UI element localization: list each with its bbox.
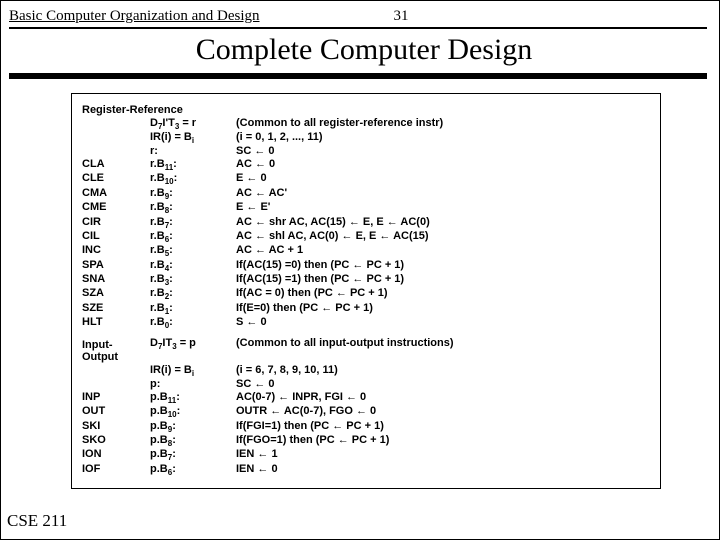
cell: E ← E' [236,201,650,215]
cell: r.B7: [150,216,230,230]
cell: If(AC(15) =0) then (PC ← PC + 1) [236,259,650,273]
rule-bottom [9,73,707,79]
mnemonic: SNA [82,273,144,287]
cell: r.B4: [150,259,230,273]
cell [82,378,144,391]
mnemonic: IOF [82,463,144,477]
mnemonic: OUT [82,405,144,419]
cell: SC ← 0 [236,145,650,158]
cell: p.B9: [150,420,230,434]
cell: p: [150,378,230,391]
cell: If(FGI=1) then (PC ← PC + 1) [236,420,650,434]
cell [82,131,144,145]
title-block: Complete Computer Design [9,27,719,79]
top-line: Basic Computer Organization and Design 3… [9,7,719,25]
mnemonic: INC [82,244,144,258]
cell: IR(i) = Bi [150,131,230,145]
cell: r.B11: [150,158,230,172]
cell: (i = 0, 1, 2, ..., 11) [236,131,650,145]
cell: E ← 0 [236,172,650,186]
mnemonic: CLE [82,172,144,186]
mnemonic: INP [82,391,144,405]
cell: p.B6: [150,463,230,477]
cell: OUTR ← AC(0-7), FGO ← 0 [236,405,650,419]
course-title: Basic Computer Organization and Design [9,8,260,25]
cell: SC ← 0 [236,378,650,391]
cell: p.B11: [150,391,230,405]
cell: r.B2: [150,287,230,301]
cell: p.B7: [150,448,230,462]
cell: If(FGO=1) then (PC ← PC + 1) [236,434,650,448]
cell: AC ← shr AC, AC(15) ← E, E ← AC(0) [236,216,650,230]
section-title-io: Input-Output [82,339,144,364]
mnemonic: CMA [82,187,144,201]
cell: D7I'T3 = r [150,117,230,131]
footer-course-code: CSE 211 [7,511,67,531]
cell: (i = 6, 7, 8, 9, 10, 11) [236,364,650,378]
cell: IEN ← 0 [236,463,650,477]
mnemonic: SZE [82,302,144,316]
cell [82,117,144,131]
cell: IR(i) = Bi [150,364,230,378]
cell: AC ← shl AC, AC(0) ← E, E ← AC(15) [236,230,650,244]
cell: r.B0: [150,316,230,330]
mnemonic: ION [82,448,144,462]
section-title-regref: Register-Reference [82,104,650,117]
cell: (Common to all register-reference instr) [236,117,650,131]
cell: AC ← AC' [236,187,650,201]
mnemonic: SKI [82,420,144,434]
mnemonic: SZA [82,287,144,301]
content-box: Register-Reference D7I'T3 = r (Common to … [71,93,661,489]
cell: AC ← 0 [236,158,650,172]
mnemonic: SKO [82,434,144,448]
cell: (Common to all input-output instructions… [236,337,650,364]
cell: If(E=0) then (PC ← PC + 1) [236,302,650,316]
cell: p.B10: [150,405,230,419]
page-number: 31 [394,8,409,25]
cell: r: [150,145,230,158]
cell: S ← 0 [236,316,650,330]
cell: r.B9: [150,187,230,201]
mnemonic: CLA [82,158,144,172]
mnemonic: HLT [82,316,144,330]
slide: Basic Computer Organization and Design 3… [0,0,720,540]
cell: D7IT3 = p [150,337,230,364]
io-table: Input-OutputD7IT3 = p(Common to all inpu… [82,337,650,478]
cell: AC(0-7) ← INPR, FGI ← 0 [236,391,650,405]
cell: r.B5: [150,244,230,258]
cell: IEN ← 1 [236,448,650,462]
mnemonic: SPA [82,259,144,273]
cell [82,145,144,158]
regref-table: D7I'T3 = r (Common to all register-refere… [82,117,650,331]
cell [82,364,144,378]
cell: r.B10: [150,172,230,186]
mnemonic: CIR [82,216,144,230]
mnemonic: CME [82,201,144,215]
cell: r.B8: [150,201,230,215]
mnemonic: CIL [82,230,144,244]
cell: AC ← AC + 1 [236,244,650,258]
slide-title: Complete Computer Design [9,29,719,73]
cell: If(AC(15) =1) then (PC ← PC + 1) [236,273,650,287]
cell: r.B3: [150,273,230,287]
cell: r.B6: [150,230,230,244]
cell: r.B1: [150,302,230,316]
cell: p.B8: [150,434,230,448]
cell: If(AC = 0) then (PC ← PC + 1) [236,287,650,301]
